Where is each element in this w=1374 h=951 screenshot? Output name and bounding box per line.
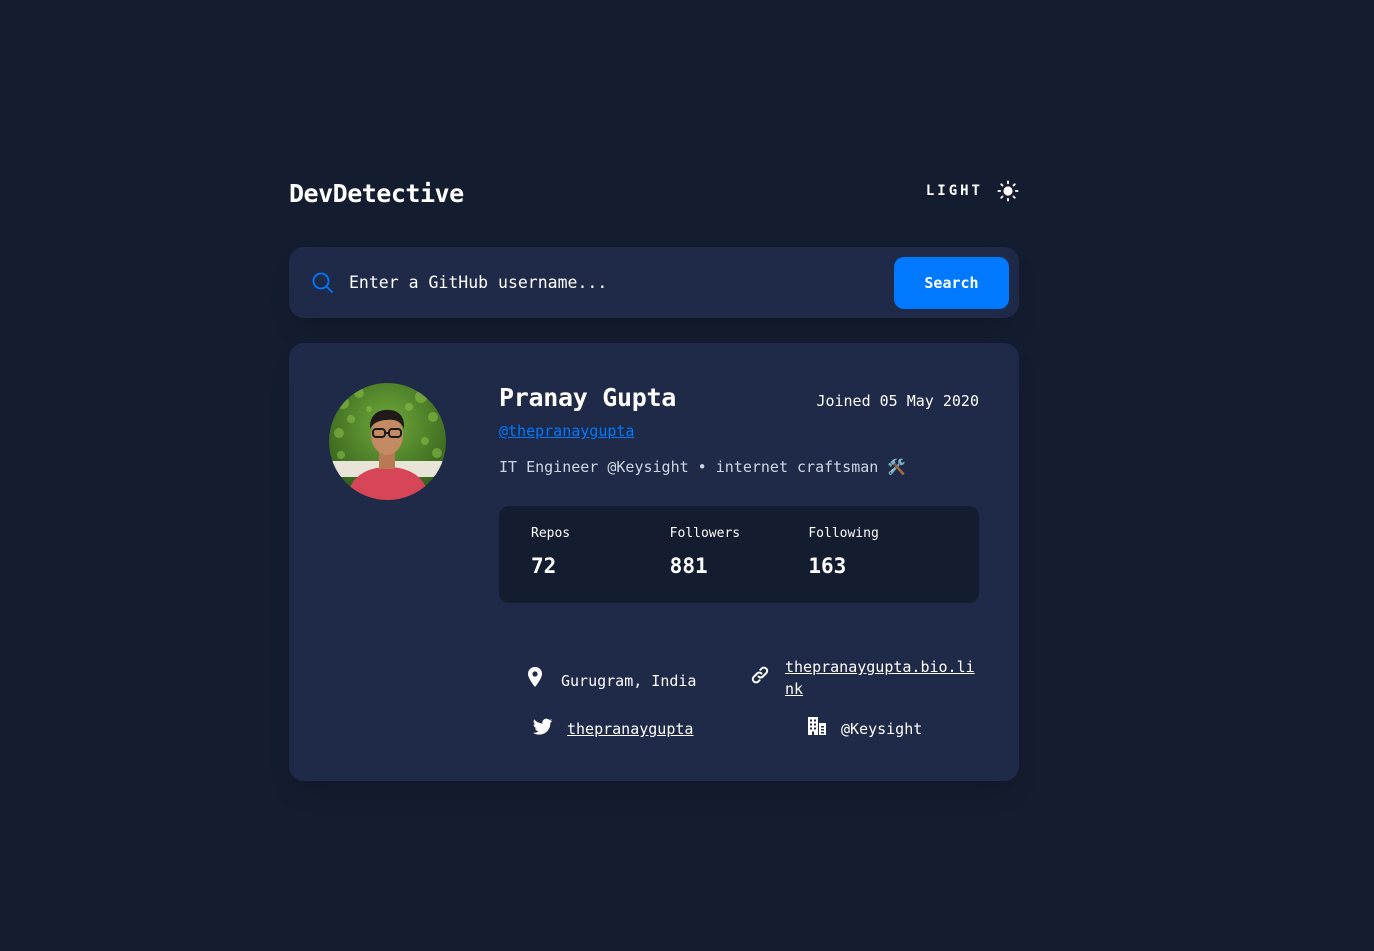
company-item: @Keysight: [807, 715, 922, 740]
stat-value: 163: [808, 554, 847, 578]
stat-repos: Repos 72: [531, 506, 670, 603]
stat-value: 881: [669, 554, 708, 578]
user-name: Pranay Gupta: [499, 383, 677, 412]
profile-main: Pranay Gupta Joined 05 May 2020 @thepran…: [499, 383, 979, 603]
search-input[interactable]: [349, 262, 894, 303]
avatar-image: [329, 383, 446, 500]
twitter-link[interactable]: thepranaygupta: [567, 718, 693, 740]
website-link[interactable]: thepranaygupta.bio.link: [785, 656, 981, 700]
location-pin-icon: [528, 667, 542, 687]
search-icon: [312, 272, 333, 293]
header: DevDetective LIGHT: [289, 160, 1019, 226]
stat-label: Followers: [669, 526, 741, 541]
app-logo: DevDetective: [289, 178, 464, 208]
search-button[interactable]: Search: [894, 256, 1009, 309]
location-text: Gurugram, India: [561, 672, 697, 690]
location-item: Gurugram, India: [525, 666, 696, 692]
profile-card: Pranay Gupta Joined 05 May 2020 @thepran…: [289, 343, 1019, 781]
company-text: @Keysight: [841, 720, 923, 738]
link-icon: [751, 666, 769, 684]
app: DevDetective LIGHT Enter a GitHub userna…: [289, 160, 1019, 781]
stat-following: Following 163: [808, 506, 947, 603]
theme-toggle[interactable]: LIGHT: [926, 180, 1019, 202]
twitter-item[interactable]: thepranaygupta: [533, 716, 693, 740]
twitter-icon: [533, 718, 553, 735]
stat-followers: Followers 881: [670, 506, 809, 603]
avatar: [329, 383, 446, 500]
stat-label: Following: [808, 526, 879, 541]
search-bar: Search: [289, 247, 1019, 318]
stat-label: Repos: [531, 526, 571, 541]
profile-links: Gurugram, India thepranaygupta.bio.link …: [525, 658, 985, 758]
joined-date: Joined 05 May 2020: [816, 392, 979, 410]
sun-icon: [997, 180, 1019, 202]
building-icon: [808, 717, 826, 735]
user-bio: IT Engineer @Keysight • internet craftsm…: [499, 458, 906, 476]
name-row: Pranay Gupta Joined 05 May 2020: [499, 383, 979, 412]
theme-toggle-label: LIGHT: [925, 183, 983, 199]
website-item[interactable]: thepranaygupta.bio.link: [750, 656, 985, 700]
user-handle-link[interactable]: @thepranaygupta: [499, 422, 634, 440]
stats-panel: Repos 72 Followers 881 Following 163: [499, 506, 979, 603]
stat-value: 72: [531, 554, 557, 578]
